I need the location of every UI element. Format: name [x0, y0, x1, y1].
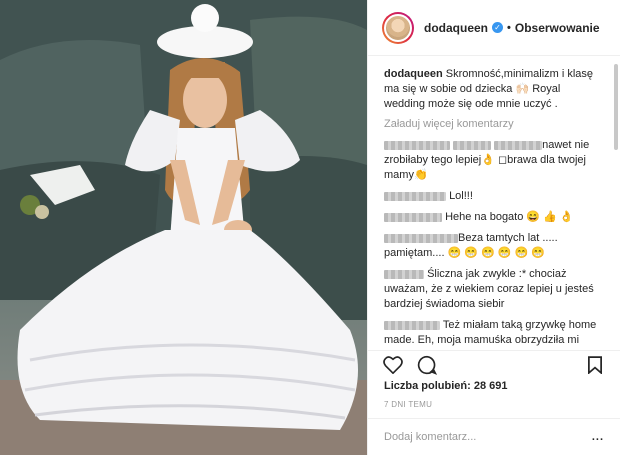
comment: Śliczna jak zwykle :* chociaż uważam, że…	[384, 267, 604, 312]
username-link[interactable]: dodaqueen	[424, 21, 488, 35]
comment: Hehe na bogato 😄 👍 👌	[384, 210, 604, 225]
girl-in-white-dress-image	[0, 0, 367, 455]
comment: Też miałam taką grzywkę home made. Eh, m…	[384, 318, 604, 347]
separator-dot: •	[507, 21, 511, 34]
verified-icon: ✓	[492, 22, 504, 33]
post-photo[interactable]	[0, 0, 367, 455]
comment-text: Lol!!!	[449, 190, 473, 202]
caption: dodaqueen Skromność,minimalizm i klasę m…	[384, 67, 604, 112]
comment: Beza tamtych lat ..... pamiętam.... 😁 😁 …	[384, 231, 604, 261]
blurred-username	[384, 320, 440, 330]
comments-scrollbar[interactable]	[614, 64, 618, 150]
avatar[interactable]	[382, 11, 414, 44]
comments-list[interactable]: dodaqueen Skromność,minimalizm i klasę m…	[368, 57, 620, 347]
blurred-username	[384, 269, 424, 279]
likes-count[interactable]: Liczba polubień: 28 691	[384, 380, 507, 392]
blurred-mention	[453, 140, 492, 150]
comment-icon[interactable]	[416, 354, 438, 376]
blurred-mention	[494, 140, 543, 150]
more-options-button[interactable]: ...	[592, 431, 604, 443]
blurred-username	[384, 140, 450, 150]
comment: Lol!!!	[384, 189, 604, 204]
load-more-comments[interactable]: Załaduj więcej komentarzy	[384, 118, 604, 130]
heart-icon[interactable]	[382, 354, 404, 376]
bookmark-icon[interactable]	[584, 354, 606, 376]
caption-username[interactable]: dodaqueen	[384, 68, 443, 80]
add-comment-row: Dodaj komentarz... ...	[368, 418, 620, 455]
comment: nawet nie zrobiłaby tego lepiej👌 ◻brawa …	[384, 138, 604, 183]
comment-text: Hehe na bogato 😄 👍 👌	[445, 211, 574, 223]
blurred-username	[384, 191, 446, 201]
blurred-username	[384, 233, 458, 243]
blurred-username	[384, 212, 442, 222]
post-panel: dodaqueen ✓ • Obserwowanie dodaqueen Skr…	[367, 0, 620, 455]
action-bar	[368, 350, 620, 378]
add-comment-input[interactable]: Dodaj komentarz...	[384, 431, 592, 443]
post-timestamp: 7 DNI TEMU	[384, 400, 433, 409]
post-header: dodaqueen ✓ • Obserwowanie	[368, 0, 620, 56]
follow-button[interactable]: Obserwowanie	[515, 21, 600, 35]
